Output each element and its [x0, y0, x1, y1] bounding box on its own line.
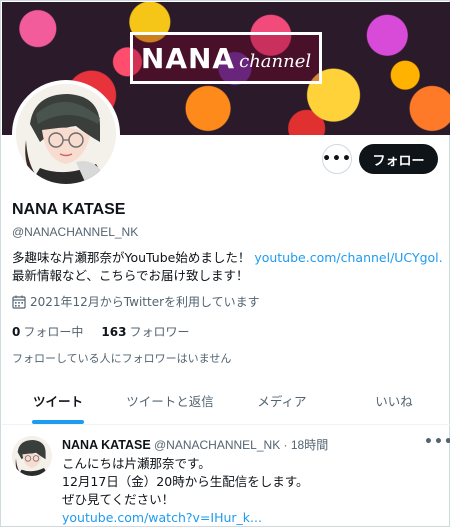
tweet-link[interactable]: youtube.com/watch?v=IHur_k... [62, 509, 308, 527]
banner-logo-script: channel [239, 50, 312, 72]
followers-label: フォロワー [129, 325, 190, 339]
profile-tabs: ツイート ツイートと返信 メディア いいね [2, 377, 450, 425]
profile-page: NANA channel ••• フォロー NANA KATASE @NANAC… [0, 0, 450, 527]
tweet-author-name[interactable]: NANA KATASE [62, 438, 151, 452]
follow-stats: 0 フォロー中 163 フォロワー [12, 323, 207, 340]
follow-button[interactable]: フォロー [359, 144, 438, 174]
tweet-line-2: 12月17日（金）20時から生配信をします。 [62, 474, 309, 489]
banner-logo: NANA channel [130, 32, 322, 84]
following-link[interactable]: 0 フォロー中 [12, 323, 83, 340]
tweet[interactable]: NANA KATASE @NANACHANNEL_NK · 18時間 ••• こ… [2, 426, 450, 527]
profile-avatar[interactable] [12, 80, 120, 188]
followers-count: 163 [101, 325, 127, 339]
banner-logo-main: NANA [140, 41, 236, 75]
tab-likes[interactable]: いいね [338, 377, 450, 424]
following-count: 0 [12, 325, 21, 339]
mutual-followers-note: フォローしている人にフォロワーはいません [12, 352, 232, 365]
join-date-text: 2021年12月からTwitterを利用しています [30, 295, 260, 309]
bio-link[interactable]: youtube.com/channel/UCYgol... [254, 250, 444, 265]
calendar-icon [12, 295, 26, 309]
bio-text-1: 多趣味な片瀬那奈がYouTube始めました！ [12, 250, 255, 265]
profile-name: NANA KATASE [12, 201, 126, 218]
tweet-header: NANA KATASE @NANACHANNEL_NK · 18時間 [62, 436, 328, 453]
tweet-meta: @NANACHANNEL_NK · 18時間 [150, 438, 329, 452]
tweet-more-icon[interactable]: ••• [424, 434, 450, 450]
profile-handle: @NANACHANNEL_NK [12, 225, 139, 239]
tweet-line-1: こんにちは片瀬那奈です。 [62, 456, 211, 471]
tweet-body: こんにちは片瀬那奈です。 12月17日（金）20時から生配信をします。 ぜひ見て… [62, 455, 308, 527]
join-date: 2021年12月からTwitterを利用しています [12, 293, 260, 310]
following-label: フォロー中 [23, 325, 84, 339]
bio-text-2: 最新情報など、こちらでお届け致します！ [12, 268, 249, 283]
tweet-avatar[interactable] [12, 436, 52, 476]
profile-bio: 多趣味な片瀬那奈がYouTube始めました！ youtube.com/chann… [12, 249, 444, 285]
tweet-line-3: ぜひ見てください！ [62, 492, 175, 507]
tab-media[interactable]: メディア [226, 377, 338, 424]
more-options-button[interactable]: ••• [322, 144, 352, 174]
tab-tweets-replies[interactable]: ツイートと返信 [114, 377, 226, 424]
followers-link[interactable]: 163 フォロワー [101, 323, 189, 340]
more-horizontal-icon: ••• [322, 151, 352, 167]
tab-tweets[interactable]: ツイート [2, 377, 114, 424]
